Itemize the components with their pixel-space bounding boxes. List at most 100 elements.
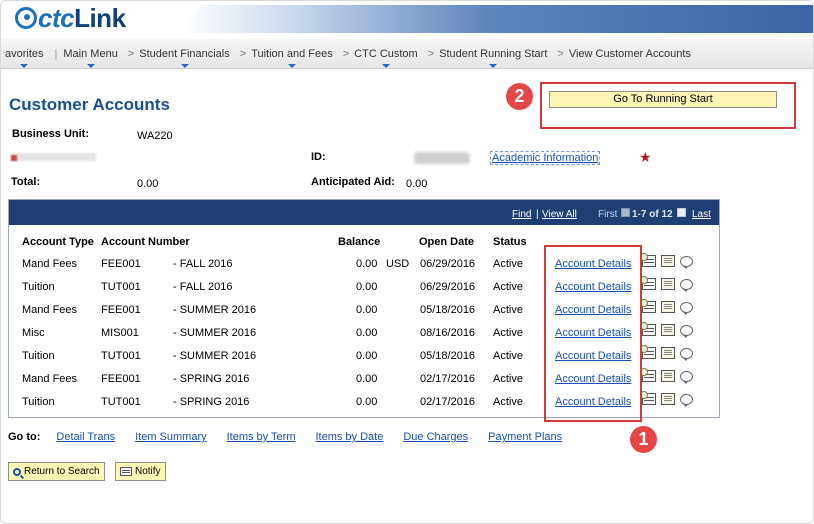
balance-cell: 0.00 <box>356 304 378 316</box>
first-label: First <box>598 209 618 220</box>
open-date-cell: 05/18/2016 <box>420 304 476 316</box>
breadcrumb-separator: > <box>239 47 247 60</box>
account-number-cell: FEE001 <box>101 258 141 270</box>
anticipated-aid-label: Anticipated Aid: <box>311 176 395 188</box>
schedule-icon[interactable] <box>640 368 656 382</box>
previous-arrow-icon[interactable] <box>621 208 630 217</box>
last-link[interactable]: Last <box>692 209 711 220</box>
account-number-cell: FEE001 <box>101 304 141 316</box>
open-date-cell: 02/17/2016 <box>420 396 476 408</box>
logo-mark-icon <box>15 7 37 29</box>
return-to-search-label: Return to Search <box>24 466 100 477</box>
account-number-cell: TUT001 <box>101 350 141 362</box>
term-cell: - SUMMER 2016 <box>173 304 257 316</box>
app-window: ctcLink avorites | Main Menu > Student F… <box>0 0 814 524</box>
status-cell: Active <box>493 304 523 316</box>
status-cell: Active <box>493 281 523 293</box>
business-unit-value: WA220 <box>137 130 173 142</box>
open-date-cell: 06/29/2016 <box>420 258 476 270</box>
schedule-icon[interactable] <box>640 391 656 405</box>
due-charges-link[interactable]: Due Charges <box>403 431 468 443</box>
callout-highlight-account-details <box>544 245 642 422</box>
schedule-icon[interactable] <box>640 276 656 290</box>
notify-label: Notify <box>135 466 161 477</box>
account-number-cell: TUT001 <box>101 281 141 293</box>
comment-icon[interactable] <box>680 370 693 384</box>
notes-icon[interactable] <box>661 324 675 336</box>
notes-icon[interactable] <box>661 370 675 382</box>
column-header-balance: Balance <box>338 236 381 248</box>
comment-icon[interactable] <box>680 255 693 269</box>
nav-student-financials[interactable]: Student Financials <box>139 48 230 68</box>
nav-view-customer-accounts[interactable]: View Customer Accounts <box>569 48 691 60</box>
detail-trans-link[interactable]: Detail Trans <box>56 431 115 443</box>
view-all-link[interactable]: View All <box>542 209 577 220</box>
comment-icon[interactable] <box>680 278 693 292</box>
notes-icon[interactable] <box>661 278 675 290</box>
term-cell: - SUMMER 2016 <box>173 327 257 339</box>
return-to-search-button[interactable]: Return to Search <box>8 462 105 481</box>
schedule-icon[interactable] <box>640 322 656 336</box>
ctclink-logo: ctcLink <box>15 3 126 33</box>
account-type-cell: Misc <box>22 327 45 339</box>
breadcrumb-separator: > <box>342 47 350 60</box>
item-summary-link[interactable]: Item Summary <box>135 431 207 443</box>
nav-ctc-custom[interactable]: CTC Custom <box>354 48 418 68</box>
balance-cell: 0.00 <box>356 327 378 339</box>
logo-link-text: Link <box>74 2 126 33</box>
schedule-icon[interactable] <box>640 345 656 359</box>
notes-icon[interactable] <box>661 393 675 405</box>
business-unit-label: Business Unit: <box>12 128 90 140</box>
account-number-cell: MIS001 <box>101 327 139 339</box>
nav-main-menu[interactable]: Main Menu <box>63 48 118 68</box>
schedule-icon[interactable] <box>640 253 656 267</box>
status-cell: Active <box>493 373 523 385</box>
next-arrow-icon[interactable] <box>677 208 686 217</box>
header: ctcLink <box>1 1 813 37</box>
account-type-cell: Mand Fees <box>22 373 78 385</box>
currency-cell: USD <box>386 258 410 270</box>
notes-icon[interactable] <box>661 347 675 359</box>
payment-plans-link[interactable]: Payment Plans <box>488 431 562 443</box>
balance-cell: 0.00 <box>356 281 378 293</box>
redacted-name-mark <box>11 155 17 161</box>
academic-information-link[interactable]: Academic Information <box>490 151 601 165</box>
comment-icon[interactable] <box>680 347 693 361</box>
account-type-cell: Tuition <box>22 281 55 293</box>
header-banner <box>181 5 813 33</box>
find-link[interactable]: Find <box>512 209 531 220</box>
items-by-term-link[interactable]: Items by Term <box>227 431 296 443</box>
nav-student-running-start[interactable]: Student Running Start <box>439 48 547 68</box>
callout-badge-1: 1 <box>630 426 657 453</box>
status-cell: Active <box>493 350 523 362</box>
breadcrumb-separator: > <box>127 47 135 60</box>
open-date-cell: 06/29/2016 <box>420 281 476 293</box>
comment-icon[interactable] <box>680 324 693 338</box>
status-cell: Active <box>493 396 523 408</box>
nav-tuition-fees[interactable]: Tuition and Fees <box>251 48 333 68</box>
balance-cell: 0.00 <box>356 350 378 362</box>
total-value: 0.00 <box>137 178 159 190</box>
go-to-running-start-button[interactable]: Go To Running Start <box>549 91 777 108</box>
comment-icon[interactable] <box>680 301 693 315</box>
schedule-icon[interactable] <box>640 299 656 313</box>
nav-favorites[interactable]: avorites <box>5 48 44 68</box>
items-by-date-link[interactable]: Items by Date <box>315 431 383 443</box>
term-cell: - FALL 2016 <box>173 281 233 293</box>
term-cell: - SPRING 2016 <box>173 396 250 408</box>
notify-button[interactable]: Notify <box>115 462 166 481</box>
comment-icon[interactable] <box>680 393 693 407</box>
notes-icon[interactable] <box>661 255 675 267</box>
favorite-star-icon[interactable]: ★ <box>639 149 652 166</box>
balance-cell: 0.00 <box>356 396 378 408</box>
breadcrumb-separator: > <box>557 47 564 60</box>
anticipated-aid-value: 0.00 <box>406 178 428 190</box>
account-type-cell: Tuition <box>22 350 55 362</box>
open-date-cell: 08/16/2016 <box>420 327 476 339</box>
id-label: ID: <box>311 151 326 163</box>
grid-navigation-bar: Find | View All First 1-7 of 12 Last <box>9 200 719 225</box>
notes-icon[interactable] <box>661 301 675 313</box>
nav-divider: | <box>54 47 58 60</box>
account-type-cell: Mand Fees <box>22 304 78 316</box>
account-type-cell: Mand Fees <box>22 258 78 270</box>
